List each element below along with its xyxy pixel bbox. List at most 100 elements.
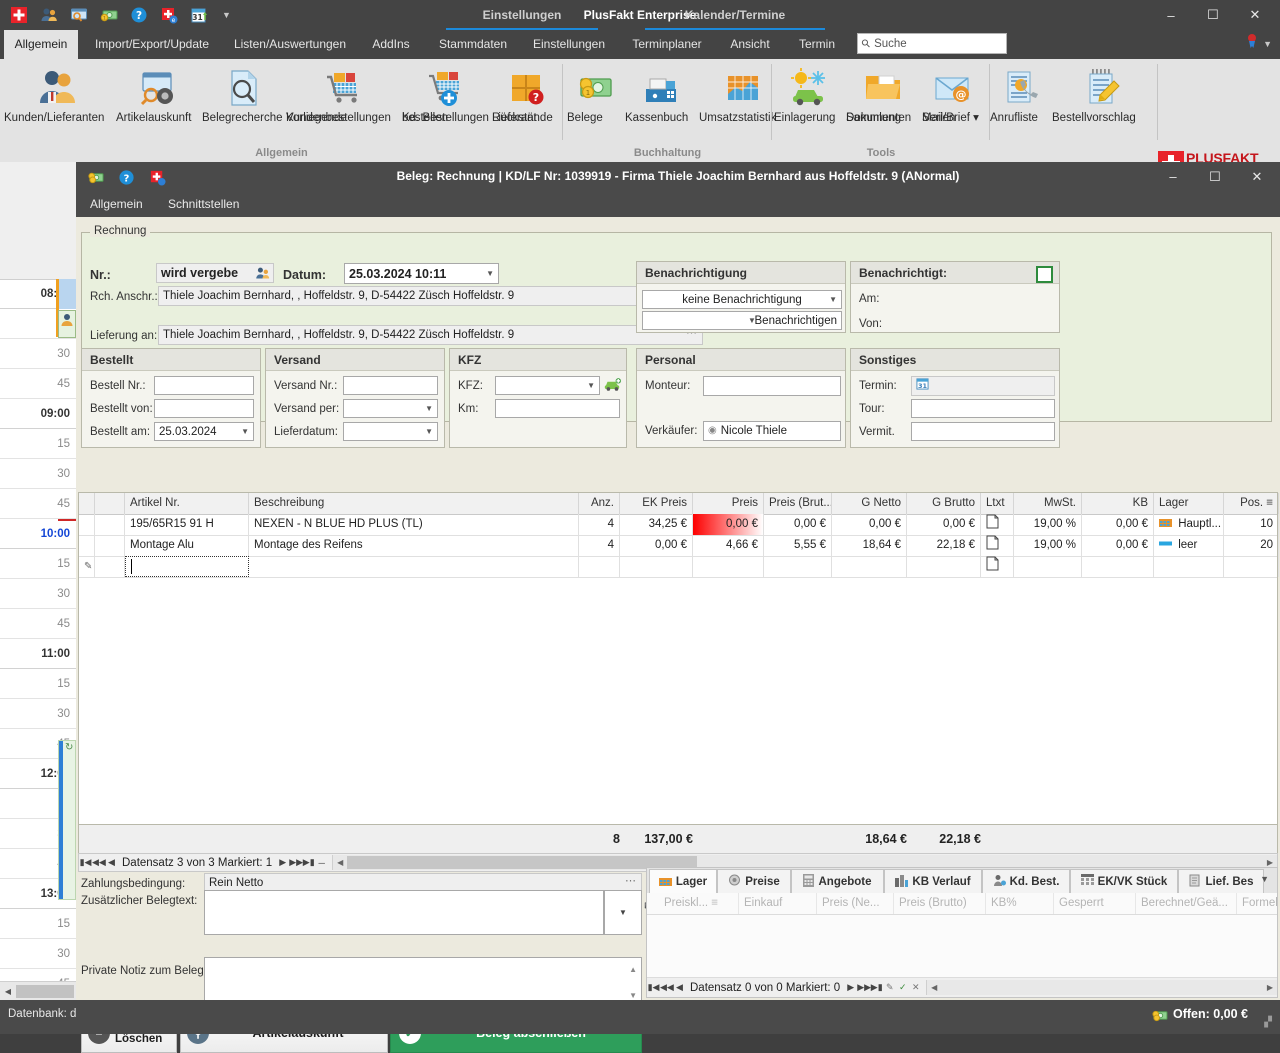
menu-schnittstellen[interactable]: Schnittstellen xyxy=(168,191,239,217)
calendar-slot[interactable]: 15 xyxy=(0,549,76,579)
cell-lager[interactable]: Hauptl... xyxy=(1154,514,1224,535)
tab-ek-vk-stueck[interactable]: EK/VK Stück xyxy=(1070,869,1178,893)
cell-preis-brutto[interactable]: 5,55 € xyxy=(764,535,832,556)
clear-icon[interactable]: ◉ xyxy=(708,422,717,440)
ribbon-vorliegende-kundenbestellungen[interactable]: Vorliegende Kundenbestellungen xyxy=(286,63,400,124)
cell-kb[interactable]: 0,00 € xyxy=(1082,535,1154,556)
km-input[interactable] xyxy=(495,399,620,418)
cell-preis[interactable] xyxy=(693,556,764,577)
versand-nr-input[interactable] xyxy=(343,376,438,395)
detail-col-einkauf[interactable]: Einkauf xyxy=(739,893,817,914)
detail-col-preis-netto[interactable]: Preis (Ne... xyxy=(817,893,894,914)
cell-artikel-nr-edit[interactable] xyxy=(125,556,249,577)
tab-angebote[interactable]: Angebote xyxy=(791,869,884,893)
context-tab-kalender[interactable]: Kalender/Termine xyxy=(645,0,825,30)
delete-record-button[interactable]: ─ xyxy=(315,858,328,868)
detail-horizontal-scrollbar[interactable]: ◀ ▶ xyxy=(926,980,1277,995)
chevron-down-icon[interactable]: ▼ xyxy=(425,423,433,441)
commit-record-button[interactable]: ✓ xyxy=(896,982,909,993)
cell-mwst[interactable]: 19,00 % xyxy=(1014,514,1082,535)
calendar-slot[interactable]: 09:00 xyxy=(0,399,76,429)
table-row-new[interactable]: ✎ xyxy=(79,556,1279,578)
calendar-slot[interactable]: 15 xyxy=(0,429,76,459)
grid-col-pos[interactable]: Pos. ≡ xyxy=(1224,493,1279,514)
chevron-down-icon[interactable]: ▼ xyxy=(829,291,837,309)
cell-ek-preis[interactable]: 34,25 € xyxy=(620,514,693,535)
document-maximize-button[interactable]: ☐ xyxy=(1194,163,1236,191)
first-record-button[interactable]: ▮◀ xyxy=(647,982,660,993)
cell-ltxt[interactable] xyxy=(981,556,1014,577)
row-select[interactable] xyxy=(95,514,125,535)
cell-ltxt[interactable] xyxy=(981,535,1014,556)
bestell-nr-input[interactable] xyxy=(154,376,254,395)
cell-preis-brutto[interactable] xyxy=(764,556,832,577)
tab-stammdaten[interactable]: Stammdaten xyxy=(428,30,518,59)
grid-col-g-brutto[interactable]: G Brutto xyxy=(907,493,981,514)
cell-g-netto[interactable]: 18,64 € xyxy=(832,535,907,556)
edit-record-button[interactable]: ✎ xyxy=(883,982,896,993)
benachrichtigung-select[interactable]: keine Benachrichtigung ▼ xyxy=(642,290,842,309)
cell-ltxt[interactable] xyxy=(981,514,1014,535)
cell-pos[interactable]: 10 xyxy=(1224,514,1279,535)
cell-mwst[interactable] xyxy=(1014,556,1082,577)
cell-lager[interactable] xyxy=(1154,556,1224,577)
scrollbar-thumb[interactable] xyxy=(347,856,698,869)
cell-preis[interactable]: 4,66 € xyxy=(693,535,764,556)
next-record-button[interactable]: ▶ xyxy=(844,982,857,993)
cell-kb[interactable] xyxy=(1082,556,1154,577)
minimize-button[interactable]: – xyxy=(1150,1,1192,29)
grid-col-ltxt[interactable]: Ltxt xyxy=(981,493,1014,514)
calendar-slot[interactable]: 30 xyxy=(0,579,76,609)
cell-beschreibung[interactable] xyxy=(249,556,579,577)
calendar-slot-current[interactable]: 10:00 xyxy=(0,519,76,549)
cell-ek-preis[interactable]: 0,00 € xyxy=(620,535,693,556)
tab-einstellungen[interactable]: Einstellungen xyxy=(522,30,616,59)
ribbon-bestellvorschlag[interactable]: Bestellvorschlag xyxy=(1052,63,1152,124)
cell-artikel-nr[interactable]: 195/65R15 91 H xyxy=(125,514,249,535)
context-tab-einstellungen[interactable]: Einstellungen xyxy=(446,0,598,30)
ribbon-anrufliste[interactable]: Anrufliste xyxy=(990,63,1052,124)
rch-anschr-field[interactable]: Thiele Joachim Bernhard, , Hoffeldstr. 9… xyxy=(158,286,703,306)
tab-terminplaner[interactable]: Terminplaner xyxy=(620,30,714,59)
vermit-input[interactable] xyxy=(911,422,1055,441)
grid-col-beschreibung[interactable]: Beschreibung xyxy=(249,493,579,514)
cell-preis-brutto[interactable]: 0,00 € xyxy=(764,514,832,535)
scroll-left-icon[interactable]: ◀ xyxy=(927,980,941,995)
tab-lager[interactable]: Lager xyxy=(649,869,717,893)
calendar-slot[interactable]: 45 xyxy=(0,489,76,519)
detail-col-preiskl[interactable]: Preiskl... ≡ xyxy=(659,893,739,914)
grid-col-indicator[interactable] xyxy=(79,493,95,514)
last-record-button[interactable]: ▶▮ xyxy=(870,982,883,993)
grid-col-preis-brutto[interactable]: Preis (Brut... xyxy=(764,493,832,514)
assign-number-icon[interactable] xyxy=(255,266,270,286)
kfz-input[interactable]: ▼ xyxy=(495,376,600,395)
tab-ansicht[interactable]: Ansicht xyxy=(720,30,780,59)
grid-col-artikel-nr[interactable]: Artikel Nr. xyxy=(125,493,249,514)
calendar-slot[interactable]: 30 xyxy=(0,459,76,489)
calendar-appointment-block[interactable] xyxy=(58,279,76,309)
nr-field[interactable]: wird vergebe xyxy=(156,263,274,283)
calendar-slot[interactable]: 45 xyxy=(0,369,76,399)
grid-col-select[interactable] xyxy=(95,493,125,514)
ribbon-kunden-lieferanten[interactable]: Kunden/Lieferanten xyxy=(4,63,112,124)
ribbon-belegrecherche[interactable]: Belegrecherche xyxy=(202,63,284,124)
cell-kb[interactable]: 0,00 € xyxy=(1082,514,1154,535)
chevron-down-icon[interactable]: ▼ xyxy=(1260,874,1269,884)
cell-pos[interactable]: 20 xyxy=(1224,535,1279,556)
positions-grid[interactable]: Artikel Nr. Beschreibung Anz. EK Preis P… xyxy=(78,492,1279,825)
maximize-button[interactable]: ☐ xyxy=(1192,1,1234,29)
grid-col-anz[interactable]: Anz. xyxy=(579,493,620,514)
detail-col-formel[interactable]: Formel xyxy=(1237,893,1280,914)
next-page-button[interactable]: ▶▶ xyxy=(857,982,871,993)
lieferung-field[interactable]: Thiele Joachim Bernhard, , Hoffeldstr. 9… xyxy=(158,325,703,345)
tab-allgemein[interactable]: Allgemein xyxy=(4,30,78,59)
tab-kb-verlauf[interactable]: KB Verlauf xyxy=(884,869,982,893)
grid-col-kb[interactable]: KB xyxy=(1082,493,1154,514)
chevron-down-icon[interactable]: ▼ xyxy=(425,400,433,418)
calendar-slot[interactable]: 30 xyxy=(0,939,76,969)
detail-record-navigator[interactable]: ▮◀ ◀◀ ◀ Datensatz 0 von 0 Markiert: 0 ▶ … xyxy=(647,977,1277,997)
scroll-up-icon[interactable]: ▲ xyxy=(629,961,637,979)
resize-grip-icon[interactable]: ▞ xyxy=(1264,1017,1272,1028)
calendar-slot[interactable]: 15 xyxy=(0,909,76,939)
ribbon-einlagerung[interactable]: Einlagerung xyxy=(774,63,844,124)
